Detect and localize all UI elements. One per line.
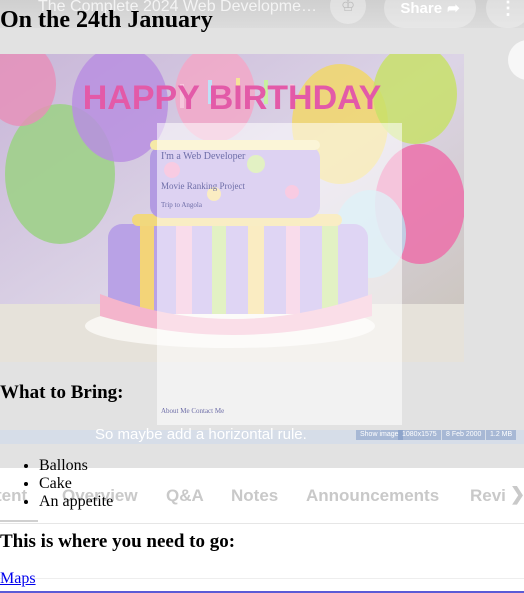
list-item: Cake [39, 475, 113, 493]
share-button[interactable]: Share ➦ [384, 0, 476, 28]
ghost-link-3: Trip to Angola [161, 201, 202, 209]
ghost-webpage-preview: I'm a Web Developer Movie Ranking Projec… [157, 123, 402, 425]
tab-announcements[interactable]: Announcements [306, 486, 439, 506]
list-item: An appetite [39, 493, 113, 511]
ghost-link-2: Movie Ranking Project [161, 181, 245, 191]
status-item: 1080x1575 [398, 430, 441, 440]
active-tab-indicator [0, 520, 38, 522]
status-item: Show image [356, 430, 403, 440]
share-arrow-icon: ➦ [447, 0, 460, 17]
share-button-label: Share [400, 0, 443, 17]
side-panel-toggle[interactable] [508, 40, 524, 80]
maps-link[interactable]: Maps [0, 570, 36, 588]
ghost-link-1: I'm a Web Developer [161, 151, 246, 162]
tab-reviews[interactable]: Revi [470, 486, 506, 506]
divider [0, 578, 524, 579]
video-subtitle: So maybe add a horizontal rule. [95, 426, 307, 443]
bring-list: Ballons Cake An appetite [0, 457, 113, 511]
ghost-link-4: About Me Contact Me [161, 407, 225, 415]
what-to-bring-heading: What to Bring: [0, 382, 124, 403]
status-item: 1.2 MB [486, 430, 517, 440]
location-heading: This is where you need to go: [0, 531, 236, 552]
list-item: Ballons [39, 457, 113, 475]
tab-notes[interactable]: Notes [231, 486, 278, 506]
cake-topper-text: HAPPY BIRTHDAY [83, 79, 382, 117]
chevron-right-icon[interactable]: ❯ [510, 484, 524, 505]
status-item: 8 Feb 2000 [442, 430, 486, 440]
event-date-heading: On the 24th January [0, 7, 213, 33]
tab-qa[interactable]: Q&A [166, 486, 204, 506]
